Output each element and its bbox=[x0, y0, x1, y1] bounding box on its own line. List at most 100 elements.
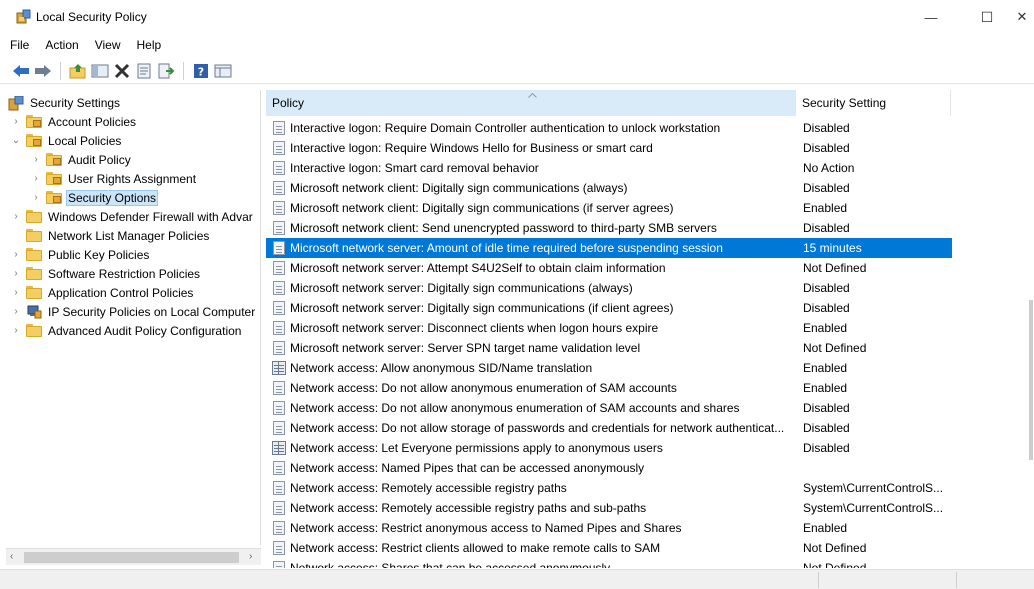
policy-name: Network access: Allow anonymous SID/Name… bbox=[290, 361, 593, 375]
tree-item-local-policies[interactable]: ⌄ Local Policies bbox=[10, 131, 123, 150]
policy-list: Policy Security Setting Interactive logo… bbox=[266, 90, 1028, 568]
tree-item-account-policies[interactable]: › Account Policies bbox=[10, 112, 138, 131]
toolbar: ? bbox=[0, 58, 1034, 84]
back-button[interactable] bbox=[10, 60, 32, 82]
expand-chevron-icon[interactable]: › bbox=[10, 249, 22, 260]
tree-item-ip-security-policies[interactable]: › IP Security Policies on Local Computer bbox=[10, 302, 257, 321]
policy-row[interactable]: Network access: Do not allow anonymous e… bbox=[266, 398, 952, 418]
policy-doc-icon bbox=[271, 240, 287, 256]
expand-chevron-icon[interactable]: › bbox=[10, 287, 22, 298]
forward-button[interactable] bbox=[32, 60, 54, 82]
toolbar-separator bbox=[183, 61, 184, 80]
help-button[interactable]: ? bbox=[190, 60, 212, 82]
policy-row[interactable]: Network access: Do not allow anonymous e… bbox=[266, 378, 952, 398]
security-settings-icon bbox=[8, 95, 24, 111]
expand-chevron-icon[interactable]: › bbox=[30, 154, 42, 165]
toolbar-separator bbox=[60, 61, 61, 80]
tree-item-application-control-policies[interactable]: › Application Control Policies bbox=[10, 283, 195, 302]
policy-row[interactable]: Network access: Do not allow storage of … bbox=[266, 418, 952, 438]
scrollbar-thumb[interactable] bbox=[1029, 300, 1033, 460]
properties-button[interactable] bbox=[133, 60, 155, 82]
policy-row[interactable]: Microsoft network client: Digitally sign… bbox=[266, 198, 952, 218]
show-hide-tree-button[interactable] bbox=[89, 60, 111, 82]
policy-name: Network access: Remotely accessible regi… bbox=[290, 481, 567, 495]
expand-chevron-icon[interactable]: › bbox=[30, 173, 42, 184]
policy-doc-icon bbox=[271, 420, 287, 436]
tree-item-software-restriction-policies[interactable]: › Software Restriction Policies bbox=[10, 264, 202, 283]
tree-horizontal-scrollbar[interactable]: ‹ › bbox=[6, 548, 261, 565]
column-header-security-setting[interactable]: Security Setting bbox=[796, 90, 951, 116]
maximize-button[interactable]: ☐ bbox=[964, 0, 1010, 34]
policy-row[interactable]: Network access: Named Pipes that can be … bbox=[266, 458, 952, 478]
policy-name: Microsoft network server: Digitally sign… bbox=[290, 301, 674, 315]
policy-row[interactable]: Microsoft network server: Amount of idle… bbox=[266, 238, 952, 258]
policy-row[interactable]: Microsoft network server: Disconnect cli… bbox=[266, 318, 952, 338]
policy-row[interactable]: Network access: Let Everyone permissions… bbox=[266, 438, 952, 458]
policy-row[interactable]: Network access: Restrict anonymous acces… bbox=[266, 518, 952, 538]
policy-row[interactable]: Interactive logon: Require Domain Contro… bbox=[266, 118, 952, 138]
policy-row[interactable]: Microsoft network client: Digitally sign… bbox=[266, 178, 952, 198]
scrollbar-thumb[interactable] bbox=[24, 552, 239, 563]
security-policy-app-icon bbox=[16, 9, 31, 24]
minimize-button[interactable]: — bbox=[908, 0, 954, 34]
menu-help[interactable]: Help bbox=[129, 36, 170, 56]
policy-doc-icon bbox=[271, 540, 287, 556]
policy-row[interactable]: Network access: Restrict clients allowed… bbox=[266, 538, 952, 558]
list-vertical-scrollbar[interactable] bbox=[1028, 90, 1034, 568]
folder-lock-icon bbox=[46, 191, 62, 204]
policy-row[interactable]: Microsoft network server: Attempt S4U2Se… bbox=[266, 258, 952, 278]
menu-file[interactable]: File bbox=[0, 36, 37, 56]
tree-item-user-rights-assignment[interactable]: › User Rights Assignment bbox=[30, 169, 198, 188]
policy-name: Network access: Shares that can be acces… bbox=[290, 561, 611, 568]
policy-row[interactable]: Microsoft network client: Send unencrypt… bbox=[266, 218, 952, 238]
expand-chevron-icon[interactable]: › bbox=[10, 306, 22, 317]
tree-item-security-settings[interactable]: Security Settings bbox=[6, 93, 122, 112]
tree-item-network-list-manager[interactable]: Network List Manager Policies bbox=[10, 226, 211, 245]
policy-name: Network access: Do not allow anonymous e… bbox=[290, 381, 677, 395]
policy-row[interactable]: Interactive logon: Smart card removal be… bbox=[266, 158, 952, 178]
show-hide-tree-icon bbox=[91, 64, 109, 77]
security-setting-value: Disabled bbox=[803, 301, 850, 315]
policy-row[interactable]: Interactive logon: Require Windows Hello… bbox=[266, 138, 952, 158]
tree-item-security-options[interactable]: › Security Options bbox=[30, 188, 159, 207]
policy-row[interactable]: Network access: Shares that can be acces… bbox=[266, 558, 952, 568]
policy-doc-icon bbox=[271, 320, 287, 336]
tree-item-advanced-audit-policy[interactable]: › Advanced Audit Policy Configuration bbox=[10, 321, 243, 340]
close-button[interactable]: ✕ bbox=[1010, 0, 1034, 34]
up-one-level-button[interactable] bbox=[67, 60, 89, 82]
policy-name: Microsoft network server: Disconnect cli… bbox=[290, 321, 659, 335]
policy-name: Network access: Do not allow anonymous e… bbox=[290, 401, 740, 415]
expand-chevron-icon[interactable]: › bbox=[10, 268, 22, 279]
policy-row[interactable]: Microsoft network server: Server SPN tar… bbox=[266, 338, 952, 358]
expand-chevron-icon[interactable]: › bbox=[10, 116, 22, 127]
scroll-left-icon[interactable]: ‹ bbox=[10, 551, 13, 562]
security-setting-value: Disabled bbox=[803, 141, 850, 155]
menu-view[interactable]: View bbox=[87, 36, 129, 56]
expand-chevron-icon[interactable]: › bbox=[10, 325, 22, 336]
collapse-chevron-icon[interactable]: ⌄ bbox=[10, 135, 22, 146]
policy-row[interactable]: Microsoft network server: Digitally sign… bbox=[266, 278, 952, 298]
policy-doc-icon bbox=[271, 480, 287, 496]
view-button[interactable] bbox=[212, 60, 234, 82]
menu-action[interactable]: Action bbox=[37, 36, 86, 56]
policy-row[interactable]: Network access: Allow anonymous SID/Name… bbox=[266, 358, 952, 378]
forward-icon bbox=[35, 64, 51, 77]
policy-name: Microsoft network server: Server SPN tar… bbox=[290, 341, 641, 355]
policy-row[interactable]: Network access: Remotely accessible regi… bbox=[266, 498, 952, 518]
policy-name: Microsoft network server: Amount of idle… bbox=[290, 241, 723, 255]
delete-button[interactable] bbox=[111, 60, 133, 82]
policy-row[interactable]: Microsoft network server: Digitally sign… bbox=[266, 298, 952, 318]
policy-name: Network access: Let Everyone permissions… bbox=[290, 441, 663, 455]
title-bar: Local Security Policy — ☐ ✕ bbox=[0, 0, 1034, 34]
policy-row[interactable]: Network access: Remotely accessible regi… bbox=[266, 478, 952, 498]
tree-item-windows-defender-firewall[interactable]: › Windows Defender Firewall with Advar bbox=[10, 207, 255, 226]
expand-chevron-icon[interactable]: › bbox=[30, 192, 42, 203]
scroll-right-icon[interactable]: › bbox=[249, 551, 252, 562]
column-header-policy[interactable]: Policy bbox=[266, 90, 796, 116]
tree-item-public-key-policies[interactable]: › Public Key Policies bbox=[10, 245, 151, 264]
tree-item-audit-policy[interactable]: › Audit Policy bbox=[30, 150, 133, 169]
security-setting-value: Not Defined bbox=[803, 261, 867, 275]
expand-chevron-icon[interactable]: › bbox=[10, 211, 22, 222]
export-list-icon bbox=[158, 63, 175, 78]
export-list-button[interactable] bbox=[155, 60, 177, 82]
